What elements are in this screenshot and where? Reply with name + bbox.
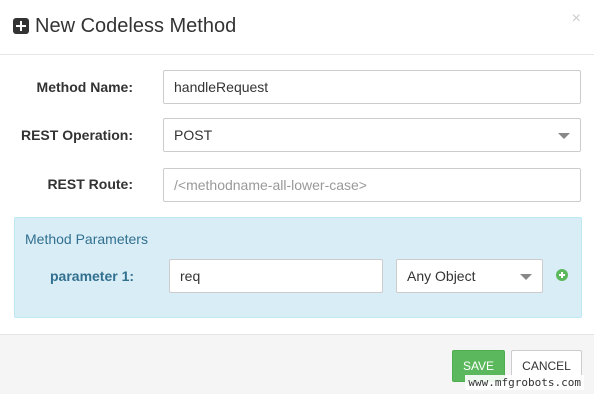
parameter-1-type-value: Any Object: [407, 268, 476, 284]
watermark: www.mfgrobots.com: [465, 375, 584, 390]
plus-circle-icon[interactable]: [556, 269, 568, 281]
parameter-1-type-select[interactable]: Any Object: [396, 259, 543, 293]
method-parameters-title: Method Parameters: [25, 231, 148, 247]
parameter-1-name-input[interactable]: req: [169, 259, 383, 293]
rest-operation-select[interactable]: POST: [163, 118, 581, 152]
method-parameters-panel: Method Parameters parameter 1: req Any O…: [14, 217, 582, 318]
chevron-down-icon: [558, 133, 570, 139]
dialog-title: New Codeless Method: [35, 15, 237, 37]
chevron-down-icon: [520, 274, 532, 280]
plus-square-icon: [13, 18, 29, 34]
parameter-1-label: parameter 1:: [50, 268, 135, 284]
rest-route-input[interactable]: /<methodname-all-lower-case>: [163, 168, 581, 202]
close-icon[interactable]: ×: [572, 11, 581, 27]
method-name-input[interactable]: handleRequest: [163, 70, 581, 104]
rest-operation-value: POST: [174, 127, 213, 143]
new-codeless-method-dialog: New Codeless Method × Method Name: handl…: [0, 0, 594, 394]
rest-operation-label: REST Operation:: [20, 127, 133, 143]
method-name-label: Method Name:: [36, 79, 133, 95]
dialog-header: New Codeless Method ×: [0, 0, 594, 55]
dialog-title-group: New Codeless Method: [13, 14, 236, 38]
rest-route-label: REST Route:: [47, 176, 133, 192]
